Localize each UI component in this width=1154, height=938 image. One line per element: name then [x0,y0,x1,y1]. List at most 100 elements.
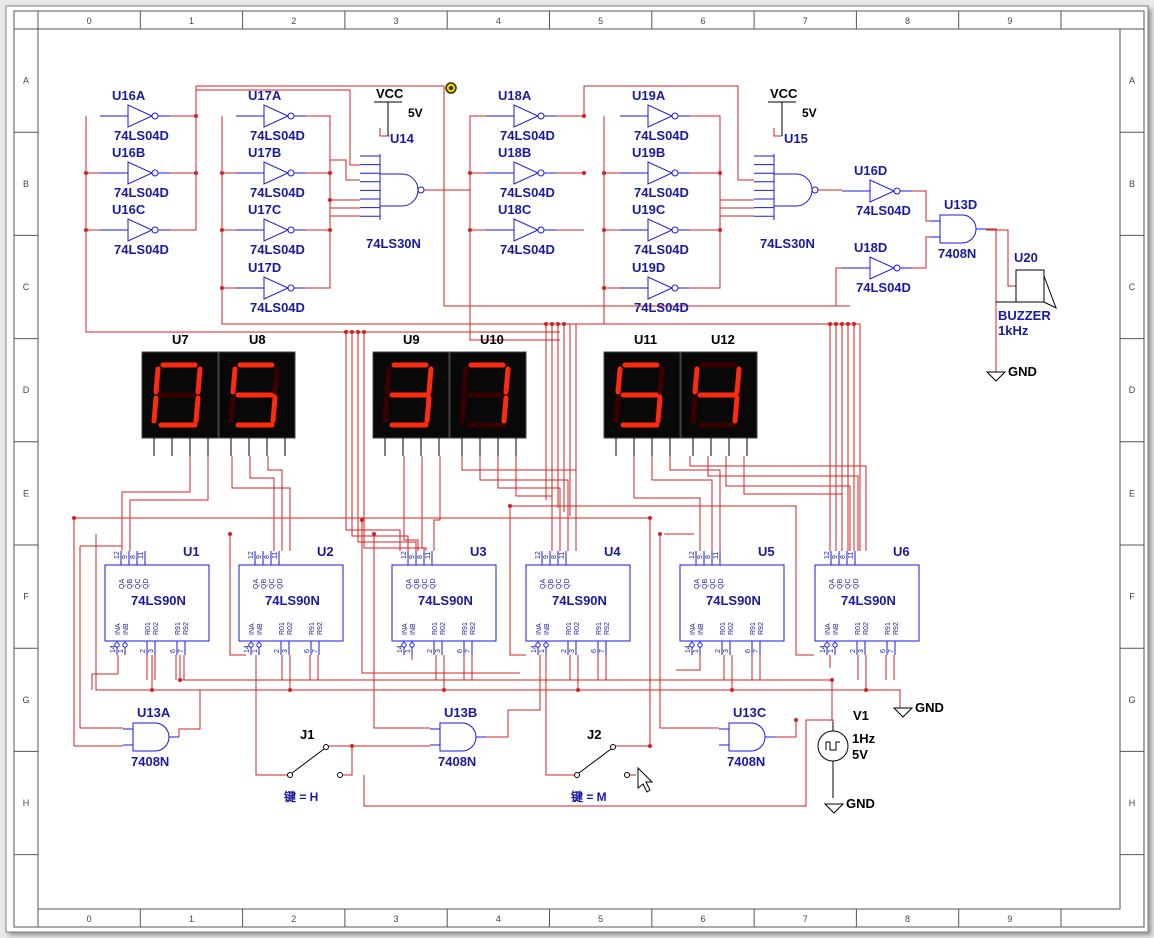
nand-ref: U15 [784,131,808,146]
pin-label: INB [544,623,551,635]
row-label: H [23,798,30,808]
clock-pin [401,642,407,648]
pin-number: 12 [824,551,831,559]
source-ref: V1 [853,708,869,723]
pin-label: R02 [728,622,735,635]
pin-number: 3 [569,649,576,653]
pin-label: QD [430,579,437,590]
column-label: 5 [598,914,603,924]
display-segment [228,395,236,424]
inverter-bubble [287,226,295,234]
pin-number: 2 [140,649,147,653]
wire-junction [72,516,76,520]
display-ref: U9 [403,332,420,347]
display-segment [384,366,392,395]
counter-ref: U3 [470,544,487,559]
schematic-canvas[interactable]: 00112233445566778899A AB BC CD DE EF FG GH H U16… [0,0,1154,938]
pin-number: 7 [312,649,319,653]
column-label: 8 [905,914,910,924]
display-segment [424,395,432,424]
switch-terminal [337,772,343,778]
inverter-bubble [671,226,679,234]
inverter-bubble [537,112,545,120]
inverter-part: 74LS04D [250,128,305,143]
pin-label: R01 [720,622,727,635]
wire-junction [220,228,224,232]
supply-value: 5V [802,106,817,120]
pin-label: QD [143,579,150,590]
wire-junction [508,504,512,508]
and-ref: U13B [444,705,477,720]
display-ref: U10 [480,332,504,347]
pin-number: 6 [745,649,752,653]
pin-number: 6 [591,649,598,653]
wire-junction [544,322,548,326]
row-label: D [23,385,30,395]
nand-part: 74LS30N [760,236,815,251]
inverter-part: 74LS04D [250,185,305,200]
pin-label: R01 [855,622,862,635]
ac-source-icon [817,730,849,762]
inverter-bubble [287,169,295,177]
column-label: 3 [394,16,399,26]
pin-number: 3 [723,649,730,653]
inverter-bubble [151,226,159,234]
pin-label: INB [698,623,705,635]
wire-junction [288,688,292,692]
display-segment [426,366,434,395]
row-label: C [1129,282,1136,292]
wire-junction [84,171,88,175]
column-label: 9 [1007,16,1012,26]
inverter-bubble [893,187,901,195]
counter-part: 74LS90N [706,593,761,608]
wire-junction [350,744,354,748]
inverter-ref: U18C [498,202,532,217]
wire-junction [830,678,834,682]
pin-number: 7 [599,649,606,653]
inverter-ref: U19C [632,202,666,217]
pin-number: 1 [693,649,700,653]
pin-number: 7 [888,649,895,653]
and-gate-icon [939,214,977,244]
pin-number: 2 [561,649,568,653]
inverter-part: 74LS04D [250,300,305,315]
switch-terminal [323,744,329,750]
inverter-ref: U16D [854,163,887,178]
pin-number: 12 [401,551,408,559]
probe[interactable] [445,82,457,94]
nand-gate-icon [379,173,419,207]
pin-number: 8 [130,555,137,559]
switch-key: 键 = H [283,789,318,804]
inverter-bubble [671,284,679,292]
and-gate-icon [439,722,477,752]
column-label: 7 [803,914,808,924]
wire-junction [442,688,446,692]
and-part: 7408N [938,246,976,261]
display-segment [501,395,509,424]
display-ref: U7 [172,332,189,347]
inverter-ref: U18B [498,145,531,160]
pin-label: QD [277,579,284,590]
column-label: 1 [189,16,194,26]
row-label: B [1129,179,1135,189]
display-segment [230,366,238,395]
clock-pin [256,642,262,648]
wire-junction [864,688,868,692]
wire-junction [648,744,652,748]
column-label: 2 [291,914,296,924]
column-label: 3 [394,914,399,924]
wire-junction [840,322,844,326]
nand-part: 74LS30N [366,236,421,251]
pin-label: R92 [758,622,765,635]
display-segment [503,366,511,395]
inverter-ref: U19B [632,145,665,160]
pin-label: R91 [885,622,892,635]
counter-part: 74LS90N [418,593,473,608]
pin-number: 1 [118,649,125,653]
supply-name: VCC [376,86,404,101]
pin-number: 12 [114,551,121,559]
pin-label: QD [718,579,725,590]
display-segment [270,395,278,424]
column-label: 6 [700,914,705,924]
wire-junction [846,322,850,326]
